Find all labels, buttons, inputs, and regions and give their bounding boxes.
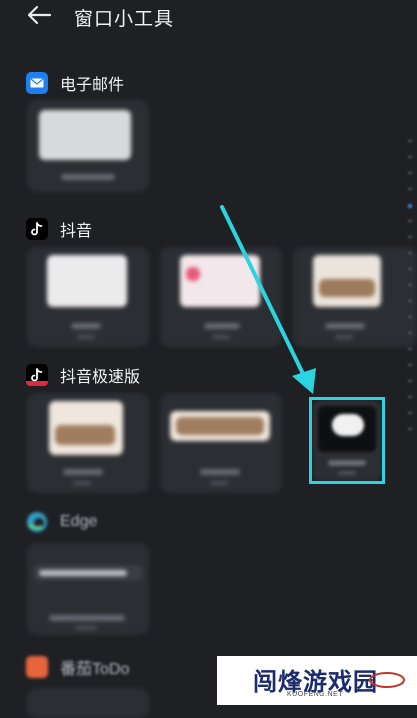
watermark-swoosh-icon	[369, 672, 405, 688]
annotation-arrow-icon	[220, 205, 316, 394]
watermark: 闯烽游戏园 KUOFENG.NET	[217, 656, 417, 705]
highlight-box	[309, 397, 385, 484]
watermark-subtext: KUOFENG.NET	[287, 691, 344, 698]
